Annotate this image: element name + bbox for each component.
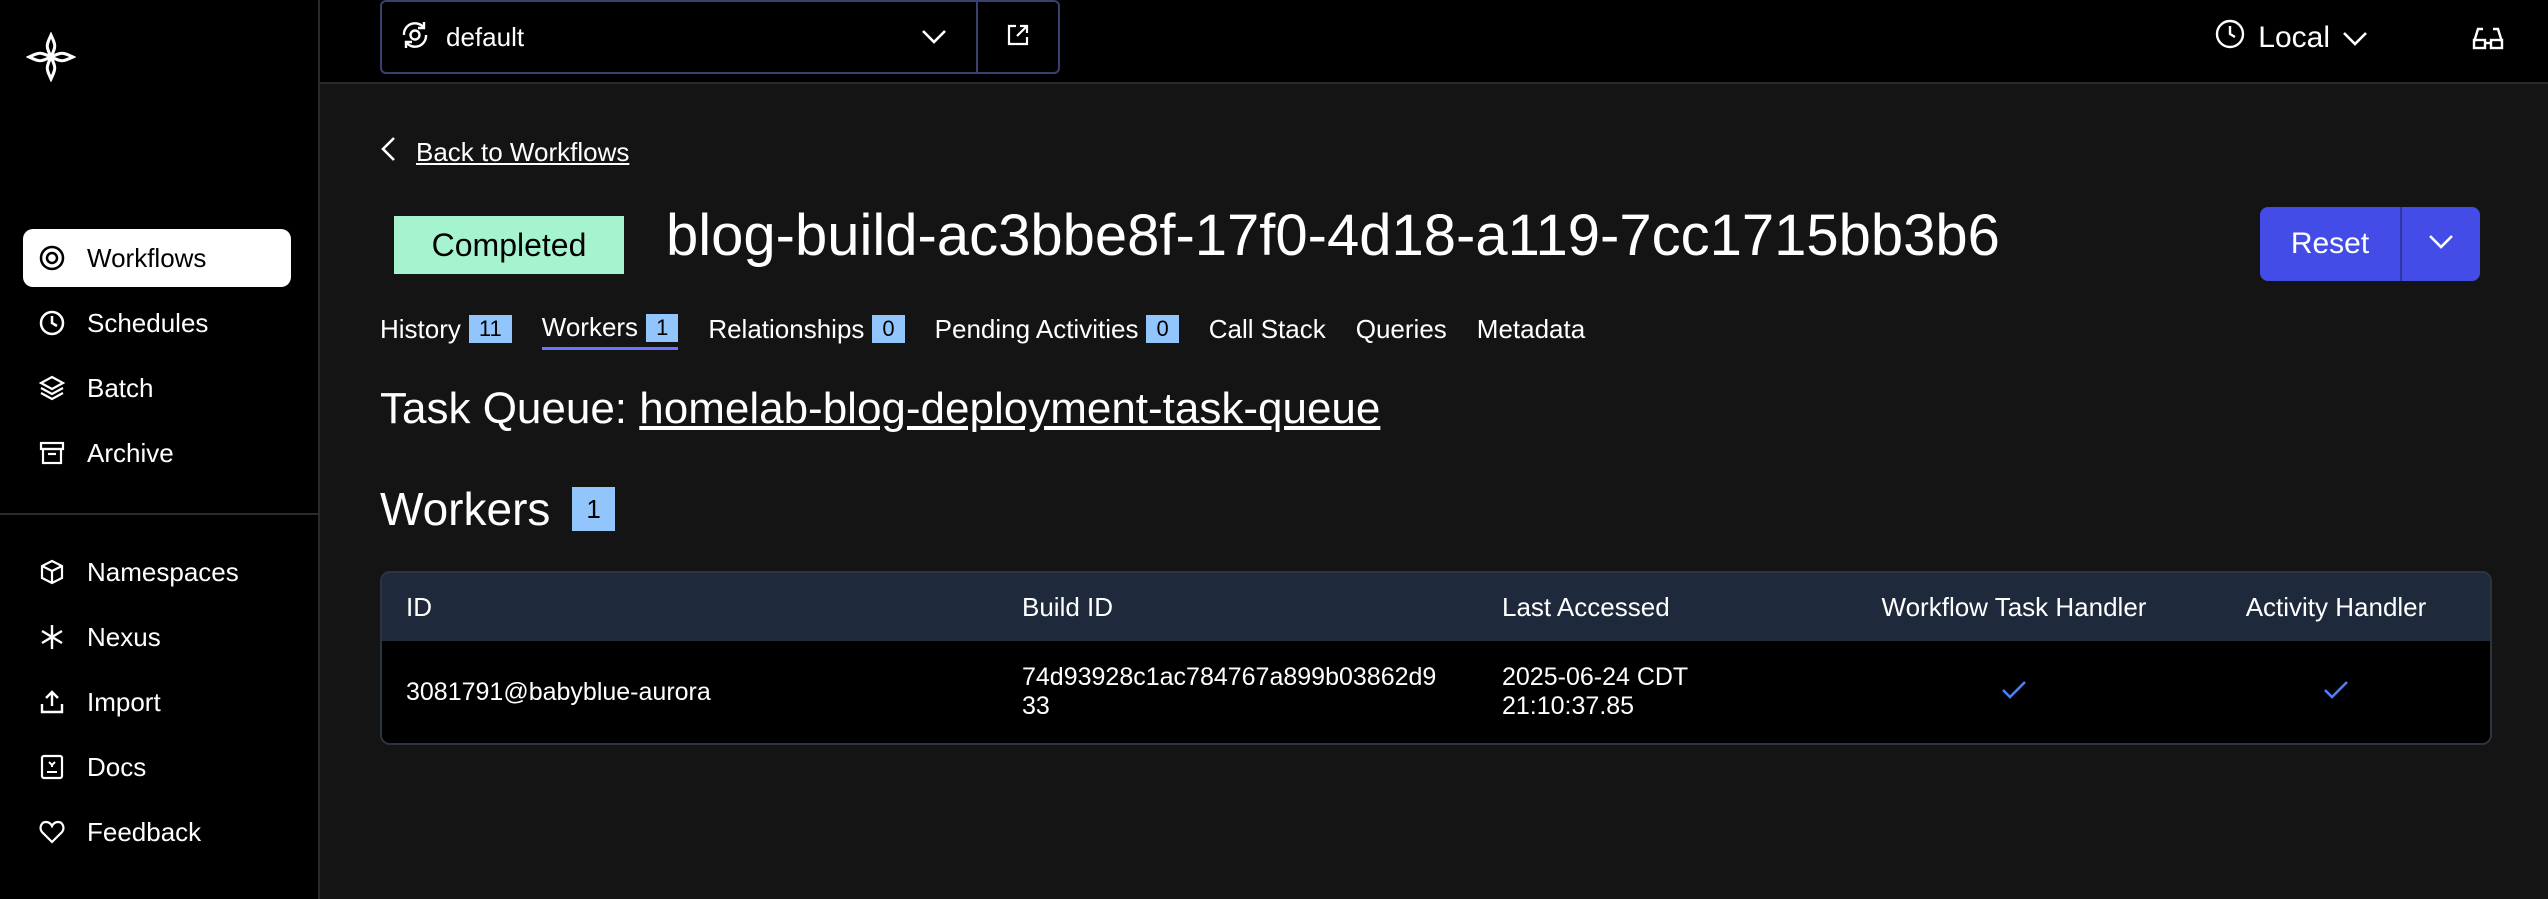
namespace-value: default xyxy=(446,21,525,52)
tab-label: Queries xyxy=(1355,313,1447,344)
import-icon xyxy=(37,687,67,717)
sidebar-item-label: Import xyxy=(87,686,161,717)
sidebar-item-label: Workflows xyxy=(87,242,207,273)
tab-call-stack[interactable]: Call Stack xyxy=(1209,314,1326,349)
sidebar-item-label: Batch xyxy=(87,372,154,403)
activity-handler-cell xyxy=(2196,678,2476,707)
tab-count-badge: 1 xyxy=(646,313,679,342)
sidebar-item-docs[interactable]: Docs xyxy=(23,738,291,796)
sidebar-item-import[interactable]: Import xyxy=(23,673,291,731)
back-to-workflows-link[interactable]: Back to Workflows xyxy=(380,136,629,169)
tab-label: Metadata xyxy=(1476,313,1586,344)
namespace-icon xyxy=(398,18,432,57)
back-link-label: Back to Workflows xyxy=(416,137,630,167)
docs-icon xyxy=(37,752,67,782)
tab-label: Workers xyxy=(541,312,639,342)
column-header-id: ID xyxy=(406,591,432,622)
column-header-workflow-task-handler: Workflow Task Handler xyxy=(1881,591,2147,622)
column-header-last-accessed: Last Accessed xyxy=(1502,591,1670,622)
clock-icon xyxy=(2214,18,2246,58)
open-namespace-button[interactable] xyxy=(978,2,1058,72)
task-queue-label: Task Queue: xyxy=(380,384,628,433)
chevron-down-icon xyxy=(2428,234,2454,255)
namespace-dropdown[interactable]: default xyxy=(382,2,978,72)
tab-label: Pending Activities xyxy=(934,313,1139,344)
tab-history[interactable]: History 11 xyxy=(380,314,512,349)
page-title: blog-build-ac3bbe8f-17f0-4d18-a119-7cc17… xyxy=(666,203,2000,268)
task-queue-heading: Task Queue: homelab-blog-deployment-task… xyxy=(380,384,1380,434)
workers-title: Workers xyxy=(380,483,551,535)
tab-count-badge: 0 xyxy=(872,315,905,343)
last-accessed-time: 21:10:37.85 xyxy=(1502,692,1635,720)
reset-menu-button[interactable] xyxy=(2402,207,2480,281)
sidebar-divider xyxy=(0,513,320,515)
tab-label: History xyxy=(380,313,461,344)
reset-button-group: Reset xyxy=(2260,207,2480,281)
tab-label: Relationships xyxy=(708,313,865,344)
table-header: ID Build ID Last Accessed Workflow Task … xyxy=(382,573,2490,641)
table-row: 3081791@babyblue-aurora 74d93928c1ac7847… xyxy=(382,641,2490,743)
timezone-select[interactable]: Local xyxy=(2214,18,2368,58)
sidebar-item-feedback[interactable]: Feedback xyxy=(23,803,291,861)
workflows-icon xyxy=(37,243,67,273)
worker-id-cell: 3081791@babyblue-aurora xyxy=(406,677,711,706)
sidebar-item-batch[interactable]: Batch xyxy=(23,359,291,417)
status-badge: Completed xyxy=(394,216,624,274)
tab-metadata[interactable]: Metadata xyxy=(1477,314,1585,349)
temporal-logo-icon[interactable] xyxy=(25,31,77,83)
batch-icon xyxy=(37,373,67,403)
build-id-cell: 74d93928c1ac784767a899b03862d9 33 xyxy=(1022,663,1502,721)
sidebar-item-namespaces[interactable]: Namespaces xyxy=(23,543,291,601)
feedback-icon xyxy=(37,817,67,847)
build-id-line: 74d93928c1ac784767a899b03862d9 xyxy=(1022,663,1437,691)
sidebar-nav-secondary: Namespaces Nexus Import Docs Feedback xyxy=(23,543,291,868)
timezone-value: Local xyxy=(2258,21,2330,54)
archive-icon xyxy=(37,438,67,468)
tab-count-badge: 11 xyxy=(468,315,512,343)
column-header-activity-handler: Activity Handler xyxy=(2245,591,2427,622)
tab-workers[interactable]: Workers 1 xyxy=(541,312,679,350)
tab-queries[interactable]: Queries xyxy=(1356,314,1447,349)
namespace-select: default xyxy=(380,0,1060,74)
sidebar-item-label: Namespaces xyxy=(87,556,239,587)
last-accessed-cell: 2025-06-24 CDT 21:10:37.85 xyxy=(1502,663,1832,721)
check-icon xyxy=(2001,678,2027,707)
sidebar-item-label: Archive xyxy=(87,437,174,468)
chevron-down-icon xyxy=(914,29,954,45)
tab-pending-activities[interactable]: Pending Activities 0 xyxy=(935,314,1179,349)
workflow-tabs: History 11 Workers 1 Relationships 0 Pen… xyxy=(380,312,1615,350)
top-bar: default Local xyxy=(320,0,2548,84)
sidebar-item-schedules[interactable]: Schedules xyxy=(23,294,291,352)
sidebar-nav-primary: Workflows Schedules Batch Archive xyxy=(23,229,291,489)
workers-heading: Workers 1 xyxy=(380,482,615,536)
nexus-icon xyxy=(37,622,67,652)
sidebar-item-label: Nexus xyxy=(87,621,161,652)
chevron-left-icon xyxy=(380,136,396,169)
namespaces-icon xyxy=(37,557,67,587)
sidebar-item-nexus[interactable]: Nexus xyxy=(23,608,291,666)
build-id-line: 33 xyxy=(1022,692,1050,720)
sidebar-item-archive[interactable]: Archive xyxy=(23,424,291,482)
tab-count-badge: 0 xyxy=(1146,315,1179,343)
sidebar-item-label: Feedback xyxy=(87,816,202,847)
sidebar-item-label: Schedules xyxy=(87,307,209,338)
sidebar-item-workflows[interactable]: Workflows xyxy=(23,229,291,287)
workflow-task-handler-cell xyxy=(1832,678,2196,707)
sidebar: Workflows Schedules Batch Archive Namesp… xyxy=(0,0,320,899)
external-link-icon xyxy=(1006,23,1030,52)
workers-count-badge: 1 xyxy=(572,487,615,531)
check-icon xyxy=(2323,678,2349,707)
schedules-icon xyxy=(37,308,67,338)
column-header-build-id: Build ID xyxy=(1022,591,1114,622)
tab-label: Call Stack xyxy=(1208,313,1326,344)
tab-relationships[interactable]: Relationships 0 xyxy=(708,313,905,349)
task-queue-link[interactable]: homelab-blog-deployment-task-queue xyxy=(639,384,1380,433)
last-accessed-date: 2025-06-24 CDT xyxy=(1502,663,1689,691)
glasses-icon[interactable] xyxy=(2468,20,2508,56)
reset-button[interactable]: Reset xyxy=(2260,207,2402,281)
workers-table: ID Build ID Last Accessed Workflow Task … xyxy=(380,571,2492,745)
chevron-down-icon xyxy=(2342,21,2368,55)
sidebar-item-label: Docs xyxy=(87,751,147,782)
